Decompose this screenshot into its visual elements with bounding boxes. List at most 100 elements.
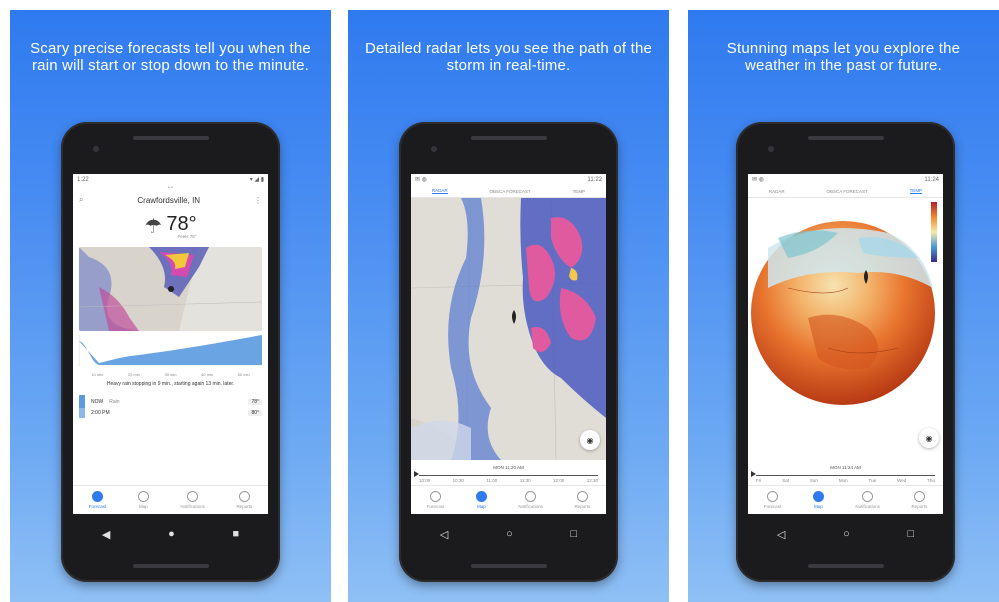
timeline-tick: 11:30 [519,478,531,483]
my-location-button[interactable]: ◉ [919,428,939,448]
nav-label: Map [476,504,486,509]
nav-notifications[interactable]: Notifications [855,491,880,509]
timeline-track[interactable] [756,475,935,476]
precip-chart: 10 min 20 min 30 min 40 min 50 min [78,335,262,377]
more-menu-icon[interactable]: ⋮ [254,196,262,205]
forecast-icon [92,491,104,502]
status-time: 11:22 [587,176,602,183]
radar-map[interactable]: ◉ [411,197,606,461]
play-icon[interactable] [751,471,756,477]
back-icon[interactable]: ◁ [440,528,448,541]
time-scrubber[interactable]: MON 11:20 AM 10:00 10:30 11:00 11:30 12:… [411,460,606,486]
nav-reports[interactable]: Reports [574,491,590,509]
tab-temp[interactable]: TEMP [573,189,586,194]
timeline-label: MON 11:20 AM [493,465,524,470]
precip-bar [79,395,85,409]
nav-notifications[interactable]: Notifications [518,491,543,509]
phone-speaker-bottom [133,564,209,568]
nav-label: Forecast [88,504,107,509]
nav-map[interactable]: Map [812,491,824,509]
bell-icon [525,491,537,502]
back-icon[interactable]: ◁ [777,528,785,541]
list-item[interactable]: NOW Rain 78° [79,395,262,409]
promo-panel-forecast: Scary precise forecasts tell you when th… [10,10,331,602]
timeline-ticks: 10:00 10:30 11:00 11:30 12:00 12:30 [419,478,598,483]
phone-speaker [133,136,209,140]
home-icon[interactable]: ○ [506,528,513,540]
status-time: 1:22 [77,176,89,183]
tab-temp[interactable]: TEMP [909,188,923,194]
nav-reports[interactable]: Reports [911,491,927,509]
recents-icon[interactable]: □ [570,528,577,540]
home-icon[interactable]: ○ [843,528,850,540]
my-location-button[interactable]: ◉ [580,430,600,450]
system-navigation-bar: ◀ ● ■ [73,521,268,547]
timeline-track[interactable] [419,475,598,476]
timeline-tick: Sat [782,478,789,483]
nav-label: Reports [236,504,253,509]
status-bar: 1:22 ▾ ◢ ▮ [73,174,268,185]
chart-tick: 50 min [237,372,250,377]
nav-map[interactable]: Map [475,491,487,509]
promo-panel-temperature-globe: Stunning maps let you explore the weathe… [688,10,999,602]
globe-icon [475,491,487,502]
hourly-list: NOW Rain 78° 2:00 PM 80° [79,395,262,418]
rain-cloud-icon: ☂ [144,215,163,238]
nav-label: Reports [574,504,591,509]
phone-camera [93,146,99,152]
phone-camera [768,146,774,152]
nav-label: Forecast [763,504,782,509]
tab-radar[interactable]: RADAR [431,188,448,194]
timeline-tick: 11:00 [486,478,498,483]
timeline-tick: 10:00 [419,478,431,483]
timeline-tick: Fri [756,478,762,483]
bell-icon [187,491,199,502]
home-icon[interactable]: ● [168,528,175,540]
system-navigation-bar: ◁ ○ □ [411,521,606,547]
timeline-ticks: Fri Sat Sun Mon Tue Wed Thu [756,478,935,483]
temperature-globe-map[interactable]: ◉ [748,198,943,460]
nav-map[interactable]: Map [137,491,149,509]
list-item[interactable]: 2:00 PM 80° [79,408,262,418]
status-notification-icons: ✉ ◍ [415,177,427,183]
timeline-tick: Thu [927,478,935,483]
radar-map-thumbnail[interactable] [79,247,262,331]
tab-forecast[interactable]: OBSCA FORECAST [489,189,530,194]
map-layer-tabs: RADAR OBSCA FORECAST TEMP [748,185,943,198]
globe-icon [812,491,824,502]
bell-icon [862,491,874,502]
search-icon[interactable]: ⌕ [79,195,83,205]
map-layer-tabs: RADAR OBSCA FORECAST TEMP [411,185,606,198]
timeline-tick: Wed [897,478,907,483]
nav-forecast[interactable]: Forecast [88,491,107,509]
reports-icon [913,491,925,502]
timeline-tick: Tue [868,478,877,483]
forecast-icon [430,491,442,502]
nav-label: Forecast [426,504,445,509]
nav-forecast[interactable]: Forecast [426,491,445,509]
tab-forecast[interactable]: OBSCA FORECAST [826,189,867,194]
status-bar: ✉ ◍ 11:24 [748,174,943,185]
recents-icon[interactable]: ■ [232,528,239,540]
back-icon[interactable]: ◀ [102,528,110,541]
nav-notifications[interactable]: Notifications [180,491,205,509]
bottom-navigation: Forecast Map Notifications Reports [73,485,268,514]
nav-reports[interactable]: Reports [236,491,252,509]
chart-tick: 30 min [164,372,177,377]
tab-radar[interactable]: RADAR [769,189,785,194]
promo-caption: Detailed radar lets you see the path of … [364,40,653,74]
city-title[interactable]: Crawfordsville, IN [137,196,200,205]
current-conditions: ☂ 78° Feels 78° [73,209,268,243]
nav-label: Notifications [180,504,205,509]
recents-icon[interactable]: □ [907,528,914,540]
system-navigation-bar: ◁ ○ □ [748,521,943,547]
precip-bar [79,408,85,418]
row-temp: 78° [248,399,262,405]
promo-caption: Scary precise forecasts tell you when th… [30,40,311,74]
time-scrubber[interactable]: MON 11:24 AM Fri Sat Sun Mon Tue Wed Thu [748,460,943,486]
nav-forecast[interactable]: Forecast [763,491,782,509]
chart-tick: 20 min [127,372,140,377]
status-icons: ▾ ◢ ▮ [249,177,264,183]
status-notification-icons: ✉ ◍ [752,177,764,183]
play-icon[interactable] [414,471,419,477]
